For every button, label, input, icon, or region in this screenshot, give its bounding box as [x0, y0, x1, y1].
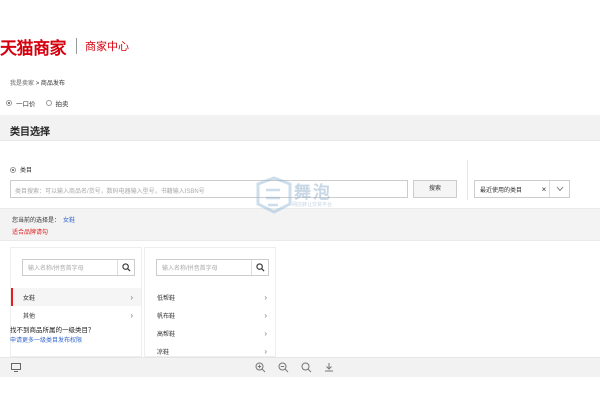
- chevron-right-icon: ›: [264, 310, 267, 320]
- sale-type-group: 一口价 拍卖: [6, 98, 79, 108]
- recent-categories-value: 最近使用的类目: [480, 187, 523, 194]
- watermark-text: 舞泡: [294, 183, 332, 202]
- zoom-out-icon[interactable]: [277, 361, 289, 373]
- sale-type-auction-label: 拍卖: [55, 101, 69, 108]
- chevron-right-icon: ›: [130, 292, 133, 302]
- category-radio[interactable]: 类目: [10, 165, 32, 174]
- radio-checked-icon[interactable]: [10, 166, 16, 173]
- sale-type-auction[interactable]: 拍卖: [45, 98, 69, 108]
- clear-icon[interactable]: ×: [539, 185, 549, 194]
- column-2-search-input[interactable]: 输入名称/拼音首字母: [157, 263, 251, 272]
- list-item[interactable]: 高帮鞋 ›: [145, 324, 275, 342]
- chevron-right-icon: ›: [264, 346, 267, 356]
- chevron-right-icon: ›: [264, 328, 267, 338]
- search-button[interactable]: 搜索: [413, 180, 457, 198]
- sale-type-fixed-price[interactable]: 一口价: [6, 98, 36, 108]
- breadcrumb-separator: >: [35, 81, 40, 87]
- vertical-divider: [467, 160, 468, 200]
- list-item-label: 女鞋: [23, 295, 36, 302]
- breadcrumb-home[interactable]: 我是卖家: [10, 81, 34, 87]
- search-icon[interactable]: [251, 260, 268, 275]
- category-column-2: 输入名称/拼音首字母 低帮鞋 › 帆布鞋 › 高帮鞋 › 凉鞋 ›: [144, 247, 276, 357]
- list-item-label: 帆布鞋: [157, 313, 176, 320]
- column-2-search[interactable]: 输入名称/拼音首字母: [156, 259, 269, 276]
- list-item-label: 高帮鞋: [157, 331, 176, 338]
- zoom-in-icon[interactable]: [254, 361, 266, 373]
- header-subtitle[interactable]: 商家中心: [85, 38, 129, 54]
- radio-checked-icon[interactable]: [6, 100, 12, 106]
- search-icon[interactable]: [117, 260, 134, 275]
- monitor-icon[interactable]: [10, 361, 22, 373]
- header-divider: [76, 38, 77, 54]
- category-radio-label: 类目: [20, 168, 33, 174]
- recent-categories-select[interactable]: 最近使用的类目 ×: [474, 180, 570, 198]
- list-item[interactable]: 凉鞋 ›: [145, 342, 275, 356]
- breadcrumb: 我是卖家 > 商品发布: [10, 78, 65, 87]
- list-item-label: 其他: [23, 313, 36, 320]
- brand-link[interactable]: 适合品牌请勾: [12, 227, 48, 236]
- list-item[interactable]: 低帮鞋 ›: [145, 288, 275, 306]
- breadcrumb-current: 商品发布: [40, 81, 65, 87]
- watermark-subtext: 网店转让交易平台: [292, 202, 333, 208]
- section-header-bar: [0, 115, 600, 141]
- current-selection: 您当前的选择是： 女鞋: [12, 215, 75, 224]
- list-item[interactable]: 帆布鞋 ›: [145, 306, 275, 324]
- list-item[interactable]: 女鞋 ›: [11, 288, 141, 306]
- list-item-label: 凉鞋: [157, 349, 170, 356]
- page: 天猫商家 商家中心 我是卖家 > 商品发布 一口价 拍卖 类目选择 类目 类目搜…: [0, 0, 600, 400]
- column-1-search-input[interactable]: 输入名称/拼音首字母: [23, 263, 117, 272]
- radio-unchecked-icon[interactable]: [45, 100, 52, 106]
- chevron-right-icon: ›: [130, 310, 133, 320]
- column-2-list: 低帮鞋 › 帆布鞋 › 高帮鞋 › 凉鞋 ›: [145, 288, 275, 356]
- column-1-search[interactable]: 输入名称/拼音首字母: [22, 259, 135, 276]
- apply-permission-link[interactable]: 申请更多一级类目发布权限: [10, 335, 82, 344]
- header: 天猫商家 商家中心: [0, 32, 129, 60]
- download-icon[interactable]: [323, 361, 335, 373]
- list-item-label: 低帮鞋: [157, 295, 176, 302]
- chevron-down-icon[interactable]: [549, 181, 569, 197]
- not-found-text: 找不到商品所属的一级类目？: [10, 327, 95, 334]
- section-title: 类目选择: [10, 127, 50, 138]
- sale-type-fixed-price-label: 一口价: [16, 101, 36, 108]
- column-1-list: 女鞋 › 其他 ›: [11, 288, 141, 324]
- rotate-icon[interactable]: [300, 361, 312, 373]
- current-selection-prefix: 您当前的选择是：: [12, 218, 61, 224]
- list-item[interactable]: 其他 ›: [11, 306, 141, 324]
- chevron-right-icon: ›: [264, 292, 267, 302]
- tmall-logo[interactable]: 天猫商家: [0, 34, 67, 59]
- current-selection-path[interactable]: 女鞋: [63, 218, 75, 224]
